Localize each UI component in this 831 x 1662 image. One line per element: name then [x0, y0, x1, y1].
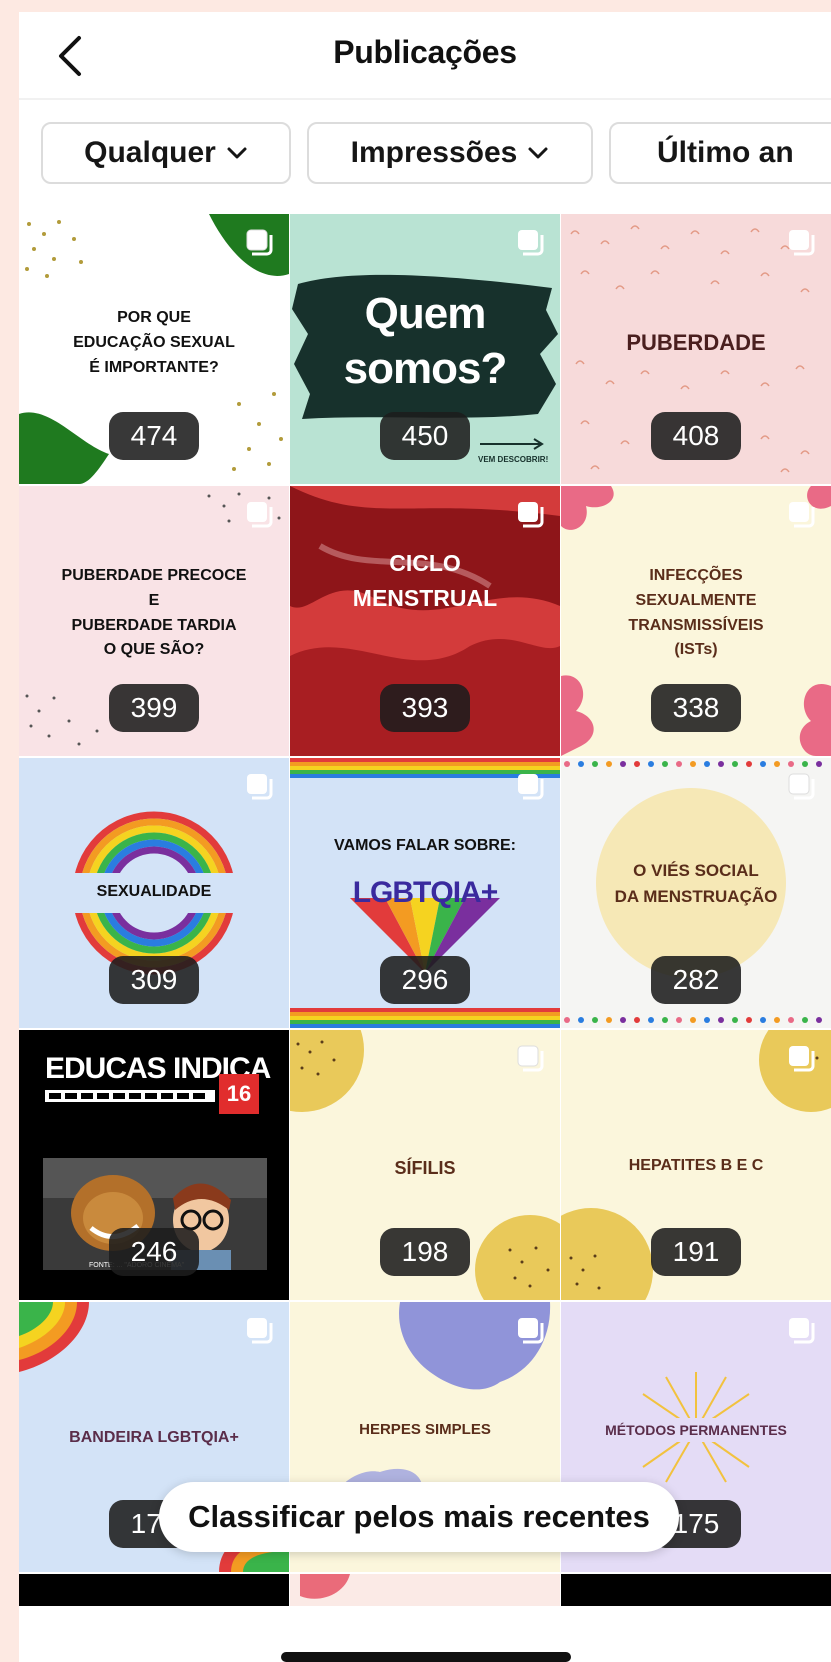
post-title: O VIÉS SOCIAL DA MENSTRUAÇÃO: [614, 861, 778, 907]
impressions-badge: 309: [109, 956, 199, 1004]
post-tile[interactable]: [561, 1574, 831, 1606]
impressions-badge: 246: [109, 1228, 199, 1276]
multiple-posts-icon: [518, 230, 544, 256]
filter-period-label: Último an: [657, 136, 794, 169]
post-title: INFECÇÕES SEXUALMENTE TRANSMISSÍVEIS (IS…: [628, 567, 764, 659]
post-tile[interactable]: EDUCAS INDICA 16 FONTE: ... "ADORO CINEM…: [19, 1030, 289, 1300]
post-tile[interactable]: HEPATITES B E C 191: [561, 1030, 831, 1300]
impressions-badge: 450: [380, 412, 470, 460]
post-tile[interactable]: PUBERDADE 408: [561, 214, 831, 484]
multiple-posts-icon: [247, 502, 273, 528]
chevron-down-icon: [528, 147, 548, 159]
impressions-badge: 296: [380, 956, 470, 1004]
filter-metric-dropdown[interactable]: Impressões: [307, 122, 593, 184]
post-title: PUBERDADE: [626, 330, 766, 355]
multiple-posts-icon: [789, 230, 815, 256]
multiple-posts-icon: [247, 1318, 273, 1344]
chevron-down-icon: [227, 147, 247, 159]
post-title: HERPES SIMPLES: [359, 1421, 491, 1438]
post-tile[interactable]: [19, 1574, 289, 1606]
post-title: CICLO MENSTRUAL: [352, 550, 498, 611]
post-title: HEPATITES B E C: [628, 1157, 764, 1174]
post-tile[interactable]: SÍFILIS 198: [290, 1030, 560, 1300]
page-title: Publicações: [333, 34, 517, 70]
post-title: POR QUE EDUCAÇÃO SEXUAL É IMPORTANTE?: [73, 309, 235, 376]
post-tile[interactable]: [290, 1574, 560, 1606]
multiple-posts-icon: [518, 1318, 544, 1344]
impressions-badge: 474: [109, 412, 199, 460]
post-tile[interactable]: PUBERDADE PRECOCE E PUBERDADE TARDIA O Q…: [19, 486, 289, 756]
multiple-posts-icon: [789, 1318, 815, 1344]
post-title: Quem somos?: [343, 289, 508, 393]
post-title: PUBERDADE PRECOCE E PUBERDADE TARDIA O Q…: [61, 567, 247, 659]
multiple-posts-icon: [517, 1045, 544, 1072]
post-tile[interactable]: O VIÉS SOCIAL DA MENSTRUAÇÃO 282: [561, 758, 831, 1028]
post-tile[interactable]: VAMOS FALAR SOBRE: LGBTQIA+ 296: [290, 758, 560, 1028]
post-subtitle: LGBTQIA+: [352, 876, 499, 909]
post-title: VAMOS FALAR SOBRE:: [334, 837, 516, 854]
impressions-badge: 408: [651, 412, 741, 460]
multiple-posts-icon: [246, 229, 273, 256]
filter-period-dropdown[interactable]: Último an: [609, 122, 831, 184]
multiple-posts-icon: [789, 1046, 815, 1072]
impressions-badge: 338: [651, 684, 741, 732]
post-tile[interactable]: Quem somos? VEM DESCOBRIR! 450: [290, 214, 560, 484]
sort-by-recent-button[interactable]: Classificar pelos mais recentes: [159, 1482, 679, 1552]
post-tile[interactable]: POR QUE EDUCAÇÃO SEXUAL É IMPORTANTE? 47…: [19, 214, 289, 484]
filter-metric-label: Impressões: [350, 136, 518, 169]
filter-type-dropdown[interactable]: Qualquer: [41, 122, 291, 184]
multiple-posts-icon: [518, 774, 544, 800]
post-title: BANDEIRA LGBTQIA+: [69, 1429, 239, 1446]
post-subtitle: VEM DESCOBRIR!: [478, 455, 549, 464]
post-title: SÍFILIS: [394, 1158, 456, 1178]
decorative-shapes: [300, 1574, 350, 1599]
filter-type-label: Qualquer: [84, 136, 216, 169]
post-title: SEXUALIDADE: [96, 883, 212, 900]
filter-bar: Qualquer Impressões Último an: [19, 100, 831, 212]
age-rating-badge: 16: [219, 1074, 259, 1114]
post-title: MÉTODOS PERMANENTES: [605, 1422, 787, 1438]
film-strip-graphic: [45, 1090, 215, 1102]
multiple-posts-icon: [518, 502, 544, 528]
post-tile[interactable]: INFECÇÕES SEXUALMENTE TRANSMISSÍVEIS (IS…: [561, 486, 831, 756]
multiple-posts-icon: [789, 502, 815, 528]
impressions-badge: 282: [651, 956, 741, 1004]
home-indicator[interactable]: [281, 1652, 571, 1662]
impressions-badge: 393: [380, 684, 470, 732]
header: Publicações: [19, 12, 831, 98]
impressions-badge: 399: [109, 684, 199, 732]
post-tile[interactable]: SEXUALIDADE 309: [19, 758, 289, 1028]
screen: Publicações Qualquer Impressões Último a…: [19, 12, 831, 1662]
impressions-badge: 191: [651, 1228, 741, 1276]
multiple-posts-icon: [247, 774, 273, 800]
impressions-badge: 198: [380, 1228, 470, 1276]
post-tile[interactable]: CICLO MENSTRUAL 393: [290, 486, 560, 756]
multiple-posts-icon: [788, 773, 815, 800]
